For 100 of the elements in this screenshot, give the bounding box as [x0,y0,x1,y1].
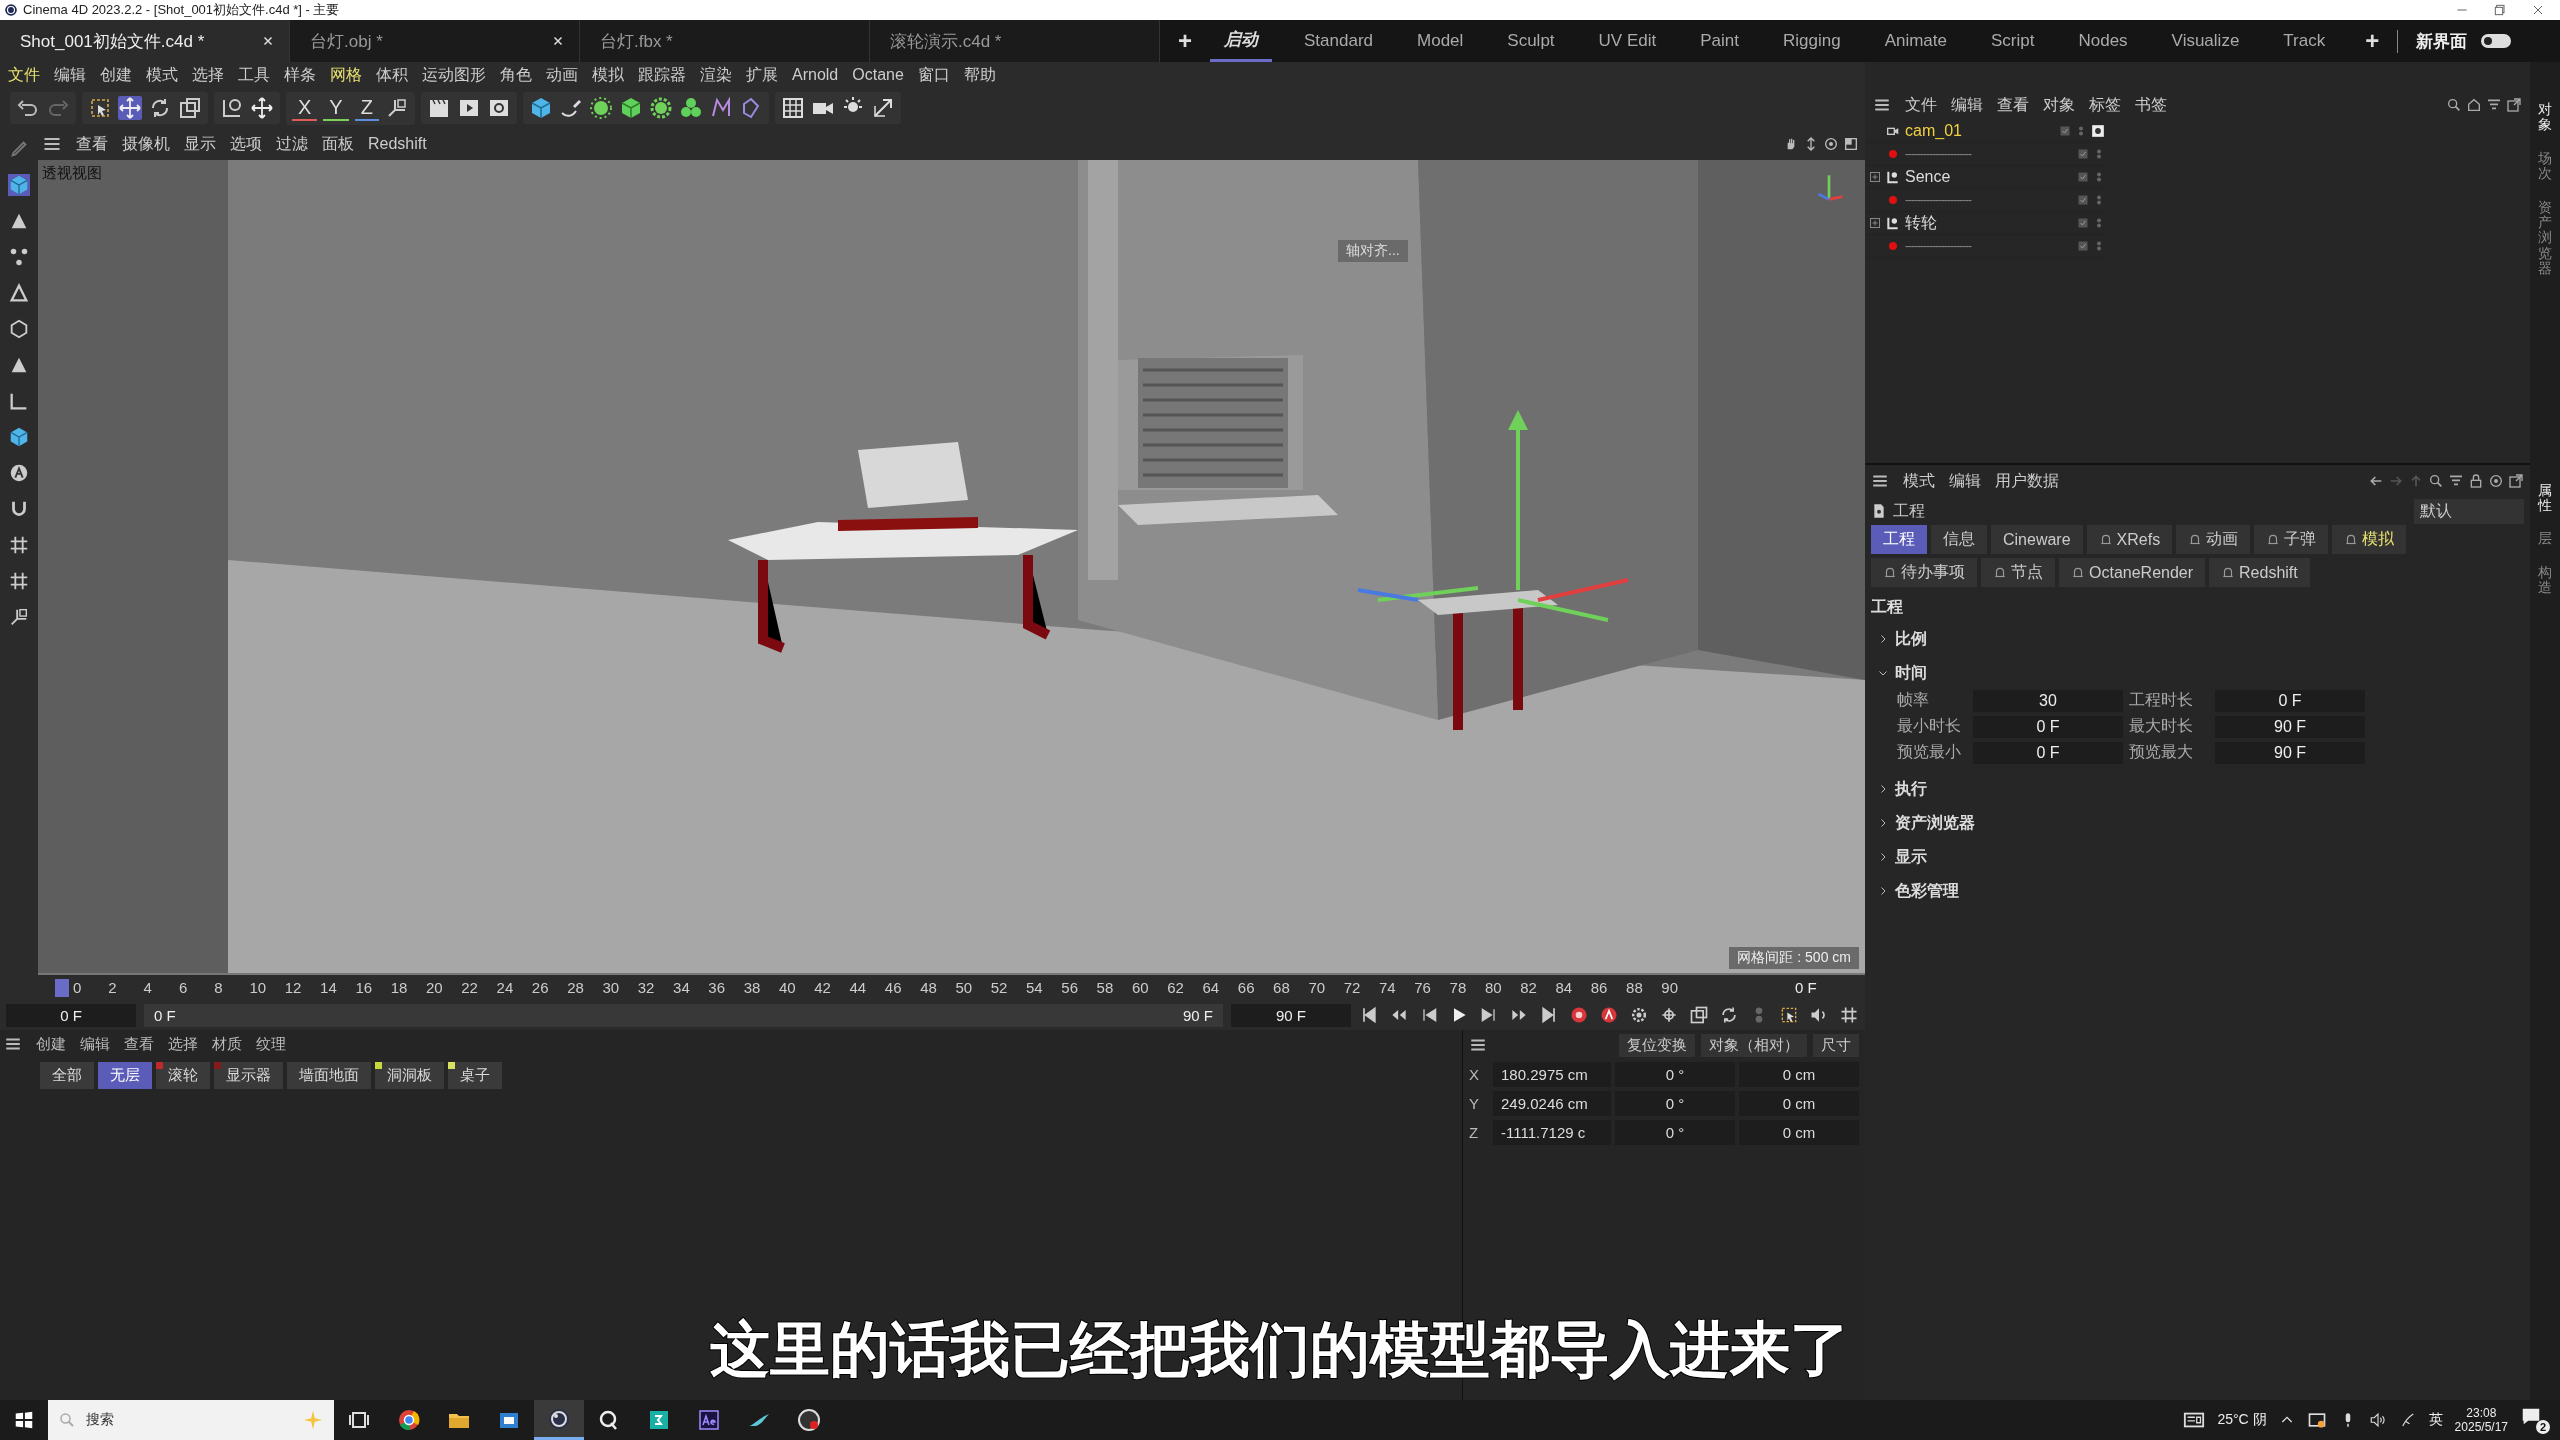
record-icon[interactable] [1569,1005,1589,1025]
grid-icon[interactable] [8,570,30,592]
close-tab-icon[interactable] [551,34,565,48]
lock-icon[interactable] [2468,473,2484,489]
axis-lock-button[interactable]: Y [323,95,349,121]
side-tab[interactable]: 属性 [2538,482,2552,514]
layout-tab[interactable]: Sculpt [1485,20,1577,62]
rotation-field[interactable]: 0 ° [1615,1091,1735,1116]
orbit-icon[interactable] [1823,136,1839,152]
attributes-menu-item[interactable]: 模式 [1903,470,1935,492]
toggle-switch[interactable] [2481,34,2512,48]
visibility-icon[interactable] [2059,125,2071,137]
size-field[interactable]: 0 cm [1739,1062,1859,1087]
gear-icon[interactable] [648,96,673,120]
attribute-tab[interactable]: 动画 [2176,525,2251,554]
attribute-tab[interactable]: 待办事项 [1871,558,1977,587]
value-field[interactable]: 0 F [1973,742,2123,764]
layer-menu-item[interactable]: 材质 [212,1034,242,1054]
object-row[interactable]: ---------------------- [1865,189,2105,212]
attribute-tab[interactable]: XRefs [2086,525,2173,554]
attribute-tab[interactable]: 子弹 [2254,525,2329,554]
axis-icon[interactable] [8,606,30,628]
menu-item[interactable]: 帮助 [963,64,996,86]
attribute-tab[interactable]: 节点 [1981,558,2055,587]
layer-menu-item[interactable]: 查看 [124,1034,154,1054]
search-icon[interactable] [2446,97,2462,113]
attributes-menu-item[interactable]: 编辑 [1949,470,1981,492]
start-frame-field[interactable]: 0 F [6,1003,136,1027]
attribute-tab[interactable]: Redshift [2209,558,2310,587]
side-tab[interactable]: 资产浏览器 [2538,199,2552,277]
coordinate-mode-dropdown[interactable]: 对象（相对） [1701,1033,1807,1057]
size-mode-dropdown[interactable]: 尺寸 [1813,1033,1859,1057]
layer-chip[interactable]: 滚轮 [156,1062,210,1089]
cube-icon[interactable] [8,426,30,448]
tag-icon[interactable] [2091,124,2105,138]
attribute-tab[interactable]: 工程 [1871,525,1927,554]
visibility-icon[interactable] [2077,194,2089,206]
rotation-field[interactable]: 0 ° [1615,1120,1735,1145]
points-icon[interactable] [8,246,30,268]
maximize-icon[interactable] [1843,136,1859,152]
layer-chip[interactable]: 墙面地面 [287,1062,371,1089]
viewport-menu-item[interactable]: 摄像机 [122,133,170,155]
attribute-tab[interactable]: Cineware [1991,525,2083,554]
visibility-icon[interactable] [2077,240,2089,252]
attribute-tab[interactable]: OctaneRender [2059,558,2206,587]
layout-tab[interactable]: Visualize [2149,20,2262,62]
viewport-menu-item[interactable]: 过滤 [276,133,308,155]
viewport-menu-item[interactable]: Redshift [368,135,427,153]
expand-icon[interactable] [1869,171,1881,183]
layer-chip[interactable]: 显示器 [214,1062,283,1089]
object-row[interactable]: Sence [1865,166,2105,189]
object-menu-item[interactable]: 查看 [1997,94,2029,116]
position-field[interactable]: -1111.7129 c [1493,1120,1611,1145]
value-field[interactable]: 90 F [2215,716,2365,738]
menu-item[interactable]: 角色 [500,64,532,86]
side-tab[interactable]: 场次 [2538,150,2552,182]
grid-icon[interactable] [8,534,30,556]
menu-item[interactable]: Arnold [792,66,839,84]
menu-item[interactable]: 模拟 [592,64,624,86]
section-title[interactable]: 执行 [1895,778,1927,800]
object-row[interactable]: cam_01 [1865,120,2105,143]
viewport-menu-item[interactable]: 显示 [184,133,216,155]
menu-item[interactable]: 动画 [546,64,578,86]
document-tab[interactable]: 台灯.fbx * [580,20,870,62]
attributes-menu-item[interactable]: 用户数据 [1995,470,2059,492]
sync-icon[interactable] [2306,1410,2327,1430]
layer-menu-item[interactable]: 创建 [36,1034,66,1054]
value-field[interactable]: 0 F [1973,716,2123,738]
generator-icon[interactable] [588,96,613,120]
search-icon[interactable] [2428,473,2444,489]
cloner-icon[interactable] [678,96,703,120]
attribute-tab[interactable]: 信息 [1931,525,1987,554]
layer-menu-item[interactable]: 编辑 [80,1034,110,1054]
taskbar-app[interactable] [534,1400,584,1440]
notification-button[interactable]: 2 [2520,1406,2550,1434]
section-title[interactable]: 时间 [1895,662,1927,684]
document-tab[interactable]: 台灯.obj * [290,20,580,62]
end-frame-field[interactable]: 90 F [1231,1003,1351,1027]
layer-chip[interactable]: 桌子 [448,1062,502,1089]
menu-item[interactable]: 运动图形 [422,64,486,86]
object-row[interactable]: 转轮 [1865,212,2105,235]
menu-item[interactable]: 渲染 [700,64,732,86]
document-tab[interactable]: Shot_001初始文件.c4d * [0,20,290,62]
layout-tab[interactable]: Model [1395,20,1486,62]
search-field[interactable]: 搜索 [48,1400,334,1440]
section-title[interactable]: 比例 [1895,628,1927,650]
volume-icon[interactable] [2368,1411,2387,1429]
menu-item[interactable]: Octane [852,66,904,84]
viewport-menu-item[interactable]: 面板 [322,133,354,155]
side-tab[interactable]: 构造 [2538,564,2552,596]
menu-item[interactable]: 窗口 [917,64,950,86]
layer-chip[interactable]: 全部 [40,1062,94,1089]
edges-icon[interactable] [8,282,30,304]
object-row[interactable]: ---------------------- [1865,235,2105,258]
selection-icon[interactable] [88,96,112,120]
layout-tab[interactable]: Track [2261,20,2348,62]
grid-icon[interactable] [780,96,805,120]
playhead[interactable] [55,978,69,997]
point-level-icon[interactable] [1779,1005,1799,1025]
object-menu-item[interactable]: 对象 [2043,94,2075,116]
